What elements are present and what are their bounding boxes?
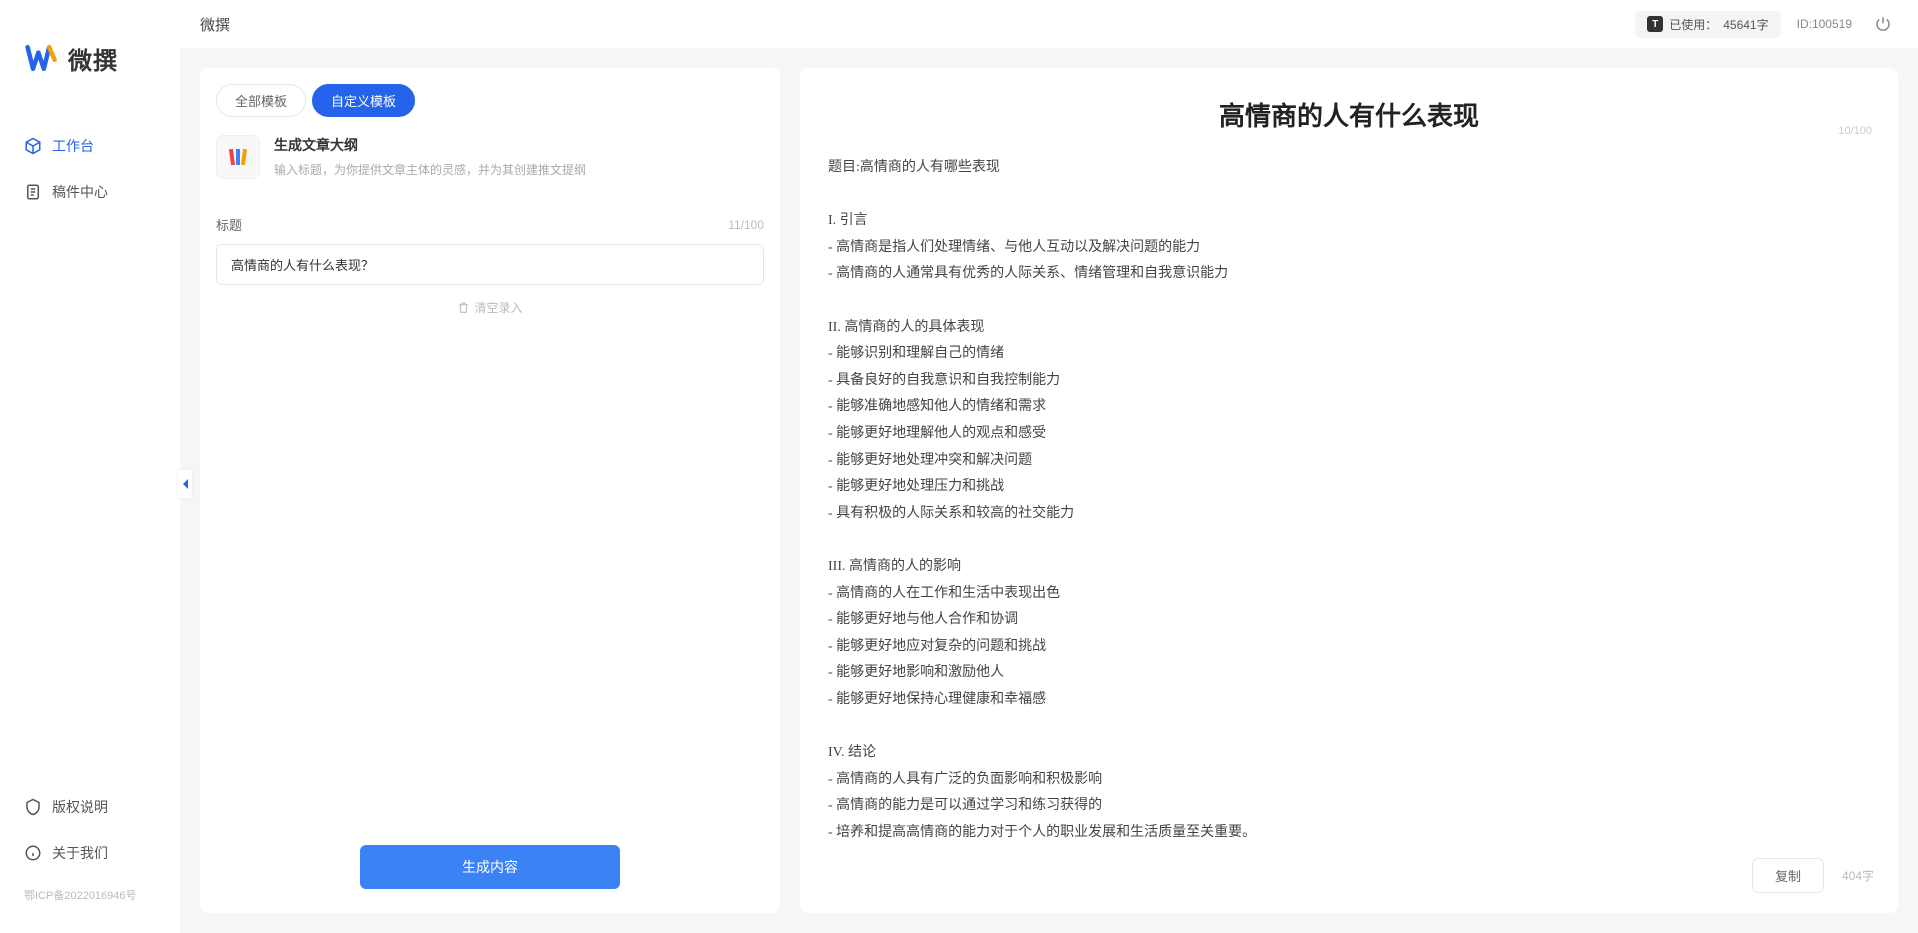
sidebar-item-workbench[interactable]: 工作台 [10, 126, 170, 166]
field-label-title: 标题 [216, 215, 242, 234]
template-info: 生成文章大纲 输入标题，为你提供文章主体的灵感，并为其创建推文提纲 [274, 135, 586, 179]
header: 微撰 T 已使用： 45641字 ID:100519 [180, 0, 1918, 48]
icp-footer: 鄂ICP备2022016946号 [10, 879, 170, 903]
template-desc: 输入标题，为你提供文章主体的灵感，并为其创建推文提纲 [274, 161, 586, 178]
brand-logo: 微撰 [0, 20, 180, 106]
generate-button[interactable]: 生成内容 [360, 845, 620, 889]
sidebar-item-drafts[interactable]: 稿件中心 [10, 172, 170, 212]
output-panel: 高情商的人有什么表现 10/100 题目:高情商的人有哪些表现 I. 引言 - … [800, 68, 1898, 913]
sidebar-nav: 工作台 稿件中心 [0, 106, 180, 787]
output-title: 高情商的人有什么表现 [824, 96, 1874, 133]
output-word-count: 404字 [1842, 867, 1874, 884]
nav-label: 关于我们 [52, 843, 108, 863]
nav-label: 版权说明 [52, 797, 108, 817]
cube-icon [24, 137, 42, 155]
content: 全部模板 自定义模板 生成文章大纲 输入标题，为你提供文章主体的灵感，并为其创建… [180, 48, 1918, 933]
power-icon [1874, 15, 1892, 33]
main: 微撰 T 已使用： 45641字 ID:100519 全部模板 自定义模板 [180, 0, 1918, 933]
output-title-count: 10/100 [1838, 125, 1872, 137]
template-thumb [216, 135, 260, 179]
clear-input-button[interactable]: 清空录入 [216, 285, 764, 330]
sidebar-bottom: 版权说明 关于我们 鄂ICP备2022016946号 [0, 787, 180, 913]
form-body: 标题 11/100 清空录入 [200, 193, 780, 825]
power-button[interactable] [1868, 9, 1898, 39]
copy-button[interactable]: 复制 [1752, 858, 1824, 893]
books-icon [226, 145, 250, 169]
nav-label: 工作台 [52, 136, 94, 156]
template-title: 生成文章大纲 [274, 135, 586, 155]
field-char-count: 11/100 [728, 218, 764, 232]
chevron-left-icon [181, 478, 189, 490]
info-icon [24, 844, 42, 862]
sidebar-item-copyright[interactable]: 版权说明 [10, 787, 170, 827]
page-title: 微撰 [200, 14, 230, 35]
usage-label: 已使用： [1669, 16, 1717, 33]
title-input[interactable] [216, 244, 764, 285]
input-panel: 全部模板 自定义模板 生成文章大纲 输入标题，为你提供文章主体的灵感，并为其创建… [200, 68, 780, 913]
tab-all-templates[interactable]: 全部模板 [216, 84, 306, 117]
text-count-icon: T [1647, 16, 1663, 32]
output-body[interactable]: 题目:高情商的人有哪些表现 I. 引言 - 高情商是指人们处理情绪、与他人互动以… [800, 139, 1898, 844]
template-card: 生成文章大纲 输入标题，为你提供文章主体的灵感，并为其创建推文提纲 [200, 117, 780, 193]
shield-icon [24, 798, 42, 816]
sidebar: 微撰 工作台 稿件中心 版权说明 关于我们 鄂ICP备2022016946号 [0, 0, 180, 933]
usage-value: 45641字 [1723, 16, 1768, 33]
nav-label: 稿件中心 [52, 182, 108, 202]
output-foot: 复制 404字 [800, 844, 1898, 913]
brand-name: 微撰 [68, 41, 118, 76]
clear-label: 清空录入 [474, 299, 522, 316]
sidebar-collapse-handle[interactable] [178, 470, 192, 498]
document-icon [24, 183, 42, 201]
sidebar-item-about[interactable]: 关于我们 [10, 833, 170, 873]
output-head: 高情商的人有什么表现 10/100 [800, 68, 1898, 139]
trash-icon [457, 301, 470, 314]
user-id: ID:100519 [1797, 17, 1852, 31]
tab-custom-templates[interactable]: 自定义模板 [312, 84, 415, 117]
logo-icon [24, 40, 60, 76]
template-tabs: 全部模板 自定义模板 [200, 68, 780, 117]
usage-badge[interactable]: T 已使用： 45641字 [1635, 11, 1780, 38]
